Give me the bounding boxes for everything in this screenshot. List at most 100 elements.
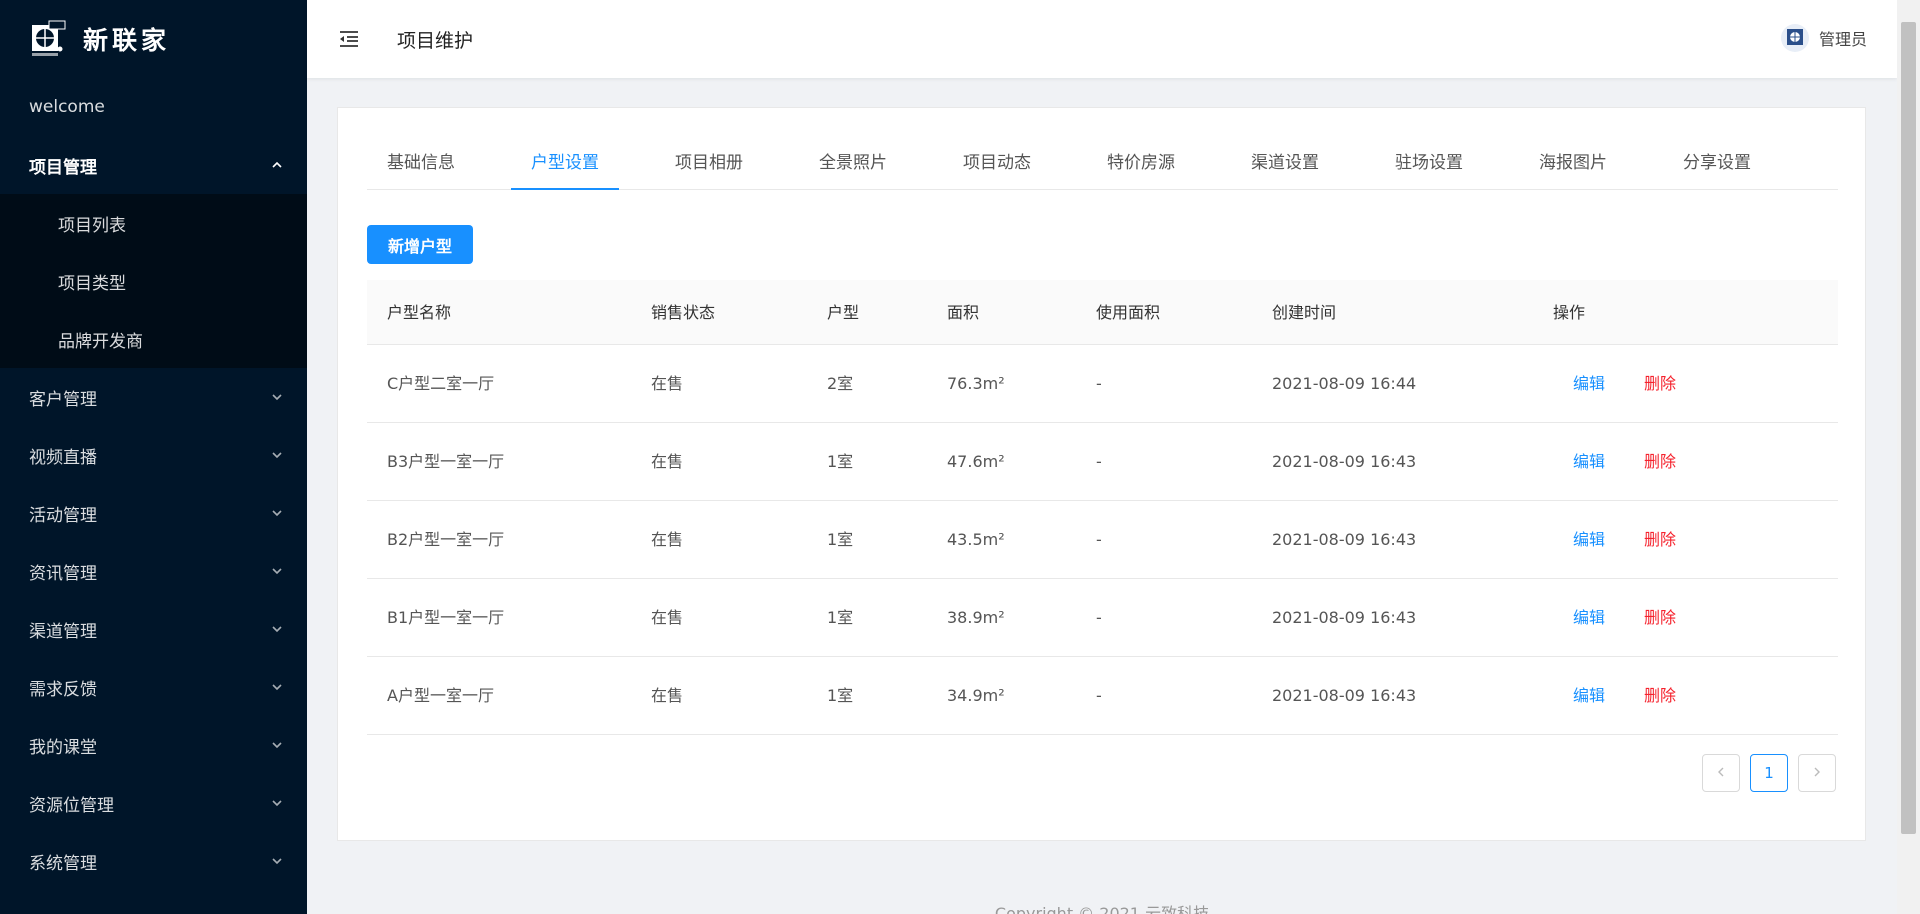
chevron-down-icon	[271, 565, 283, 577]
side-menu: welcome 项目管理 项目列表 项目类型 品牌开发商 客户管理 视频直播 活…	[0, 78, 307, 890]
delete-link[interactable]: 删除	[1644, 423, 1676, 501]
tab-share-settings[interactable]: 分享设置	[1663, 148, 1771, 190]
sidebar-item-feedback[interactable]: 需求反馈	[0, 658, 307, 716]
delete-link[interactable]: 删除	[1644, 501, 1676, 579]
delete-link[interactable]: 删除	[1644, 657, 1676, 735]
sidebar-item-label: 项目列表	[58, 215, 126, 236]
user-name: 管理员	[1818, 30, 1867, 49]
cell-type: 1室	[827, 530, 854, 549]
tab-unit-settings[interactable]: 户型设置	[511, 148, 619, 190]
sidebar-item-label: 客户管理	[29, 389, 97, 410]
sidebar-item-activity[interactable]: 活动管理	[0, 484, 307, 542]
cell-area: 38.9m²	[947, 608, 1005, 627]
brand-name: 新联家	[83, 26, 171, 55]
tab-project-album[interactable]: 项目相册	[655, 148, 763, 190]
page-title: 项目维护	[397, 29, 474, 52]
sidebar-item-label: 需求反馈	[29, 679, 97, 700]
cell-area: 34.9m²	[947, 686, 1005, 705]
copyright-footer: Copyright © 2021 云致科技	[994, 904, 1210, 914]
delete-link[interactable]: 删除	[1644, 579, 1676, 657]
tab-poster-images[interactable]: 海报图片	[1519, 148, 1627, 190]
cell-status: 在售	[651, 530, 684, 549]
edit-link[interactable]: 编辑	[1573, 345, 1605, 423]
sidebar-item-customer[interactable]: 客户管理	[0, 368, 307, 426]
content-card: 基础信息 户型设置 项目相册 全景照片 项目动态 特价房源 渠道设置 驻场设置 …	[337, 107, 1866, 841]
column-header: 销售状态	[651, 303, 716, 322]
cell-area: 43.5m²	[947, 530, 1005, 549]
tab-onsite-settings[interactable]: 驻场设置	[1375, 148, 1483, 190]
sidebar-item-label: 视频直播	[29, 447, 97, 468]
sidebar-item-label: 系统管理	[29, 853, 97, 874]
unit-table: 户型名称 销售状态 户型 面积 使用面积 创建时间 操作 C户型二室一厅 在售 …	[367, 280, 1838, 735]
cell-status: 在售	[651, 686, 684, 705]
tab-basic-info[interactable]: 基础信息	[367, 148, 475, 190]
cell-name: C户型二室一厅	[387, 374, 495, 393]
tab-channel-settings[interactable]: 渠道设置	[1231, 148, 1339, 190]
sidebar-item-project-type[interactable]: 项目类型	[0, 252, 307, 310]
column-header: 操作	[1553, 303, 1586, 322]
menu-fold-icon[interactable]	[337, 27, 361, 51]
cell-type: 1室	[827, 608, 854, 627]
sidebar-item-project-management[interactable]: 项目管理	[0, 136, 307, 194]
tab-special-offers[interactable]: 特价房源	[1087, 148, 1195, 190]
logo-icon	[29, 19, 69, 59]
page-scrollbar[interactable]	[1897, 0, 1920, 914]
page-number-button[interactable]: 1	[1750, 754, 1788, 792]
cell-type: 1室	[827, 452, 854, 471]
cell-status: 在售	[651, 608, 684, 627]
sidebar-item-label: 项目类型	[58, 273, 126, 294]
table-row: A户型一室一厅 在售 1室 34.9m² - 2021-08-09 16:43 …	[367, 657, 1838, 735]
tab-bar: 基础信息 户型设置 项目相册 全景照片 项目动态 特价房源 渠道设置 驻场设置 …	[367, 148, 1838, 190]
sidebar-item-welcome[interactable]: welcome	[0, 78, 307, 136]
edit-link[interactable]: 编辑	[1573, 501, 1605, 579]
sidebar-item-project-list[interactable]: 项目列表	[0, 194, 307, 252]
cell-usable-area: -	[1096, 686, 1102, 705]
sidebar-item-resource[interactable]: 资源位管理	[0, 774, 307, 832]
cell-area: 47.6m²	[947, 452, 1005, 471]
edit-link[interactable]: 编辑	[1573, 423, 1605, 501]
cell-type: 2室	[827, 374, 854, 393]
cell-status: 在售	[651, 452, 684, 471]
column-header: 户型	[827, 303, 860, 322]
next-page-button[interactable]	[1798, 754, 1836, 792]
tab-panorama[interactable]: 全景照片	[799, 148, 907, 190]
tab-project-news[interactable]: 项目动态	[943, 148, 1051, 190]
user-menu[interactable]: 管理员	[1780, 24, 1867, 52]
column-header: 使用面积	[1096, 303, 1161, 322]
sidebar-item-brand-developer[interactable]: 品牌开发商	[0, 310, 307, 368]
cell-name: B2户型一室一厅	[387, 530, 505, 549]
prev-page-button[interactable]	[1702, 754, 1740, 792]
sidebar: 新联家 welcome 项目管理 项目列表 项目类型 品牌开发商 客户管理 视频…	[0, 0, 307, 914]
table-row: B3户型一室一厅 在售 1室 47.6m² - 2021-08-09 16:43…	[367, 423, 1838, 501]
sidebar-item-system[interactable]: 系统管理	[0, 832, 307, 890]
top-header: 项目维护 管理员	[307, 0, 1897, 78]
cell-usable-area: -	[1096, 374, 1102, 393]
cell-created: 2021-08-09 16:43	[1272, 686, 1417, 705]
scrollbar-thumb[interactable]	[1901, 22, 1916, 834]
delete-link[interactable]: 删除	[1644, 345, 1676, 423]
table-row: B2户型一室一厅 在售 1室 43.5m² - 2021-08-09 16:43…	[367, 501, 1838, 579]
sidebar-item-classroom[interactable]: 我的课堂	[0, 716, 307, 774]
cell-created: 2021-08-09 16:44	[1272, 374, 1417, 393]
cell-name: A户型一室一厅	[387, 686, 494, 705]
add-unit-button[interactable]: 新增户型	[367, 225, 473, 264]
sidebar-item-label: 渠道管理	[29, 621, 97, 642]
logo[interactable]: 新联家	[0, 0, 307, 78]
sidebar-item-channel[interactable]: 渠道管理	[0, 600, 307, 658]
cell-created: 2021-08-09 16:43	[1272, 452, 1417, 471]
sidebar-item-news[interactable]: 资讯管理	[0, 542, 307, 600]
edit-link[interactable]: 编辑	[1573, 657, 1605, 735]
column-header: 创建时间	[1272, 303, 1337, 322]
sidebar-item-live-video[interactable]: 视频直播	[0, 426, 307, 484]
avatar	[1780, 24, 1809, 52]
edit-link[interactable]: 编辑	[1573, 579, 1605, 657]
cell-created: 2021-08-09 16:43	[1272, 530, 1417, 549]
column-header: 户型名称	[387, 303, 452, 322]
sidebar-item-label: 活动管理	[29, 505, 97, 526]
sidebar-item-label: 资源位管理	[29, 795, 114, 816]
sidebar-item-label: 品牌开发商	[58, 331, 143, 352]
sidebar-item-label: 项目管理	[29, 157, 97, 178]
cell-area: 76.3m²	[947, 374, 1005, 393]
cell-usable-area: -	[1096, 452, 1102, 471]
table-row: B1户型一室一厅 在售 1室 38.9m² - 2021-08-09 16:43…	[367, 579, 1838, 657]
